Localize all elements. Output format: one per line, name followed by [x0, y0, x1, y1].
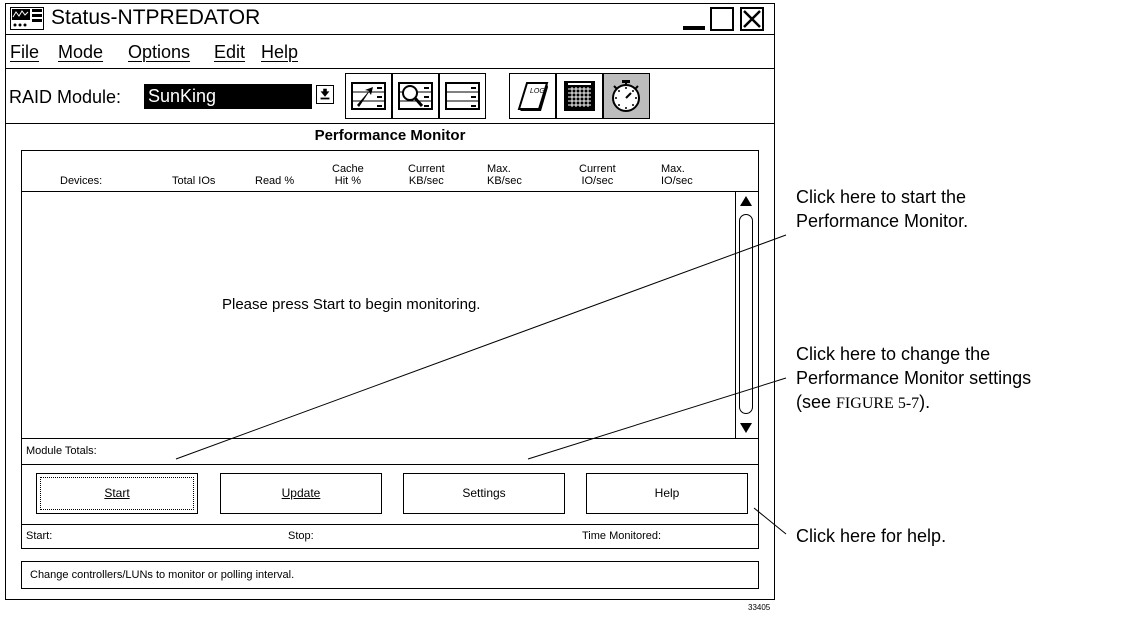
start-leader-line [175, 234, 787, 460]
callout-settings-ref: FIGURE 5-7 [836, 395, 920, 412]
callout-settings-end: ). [919, 392, 931, 412]
help-leader-line [753, 507, 787, 535]
callout-start: Click here to start the Performance Moni… [796, 187, 969, 231]
settings-leader-line [527, 377, 787, 460]
callout-help: Click here for help. [796, 526, 947, 546]
callout-settings: Click here to change the Performance Mon… [796, 342, 1031, 416]
callout-leader-lines [175, 234, 787, 535]
